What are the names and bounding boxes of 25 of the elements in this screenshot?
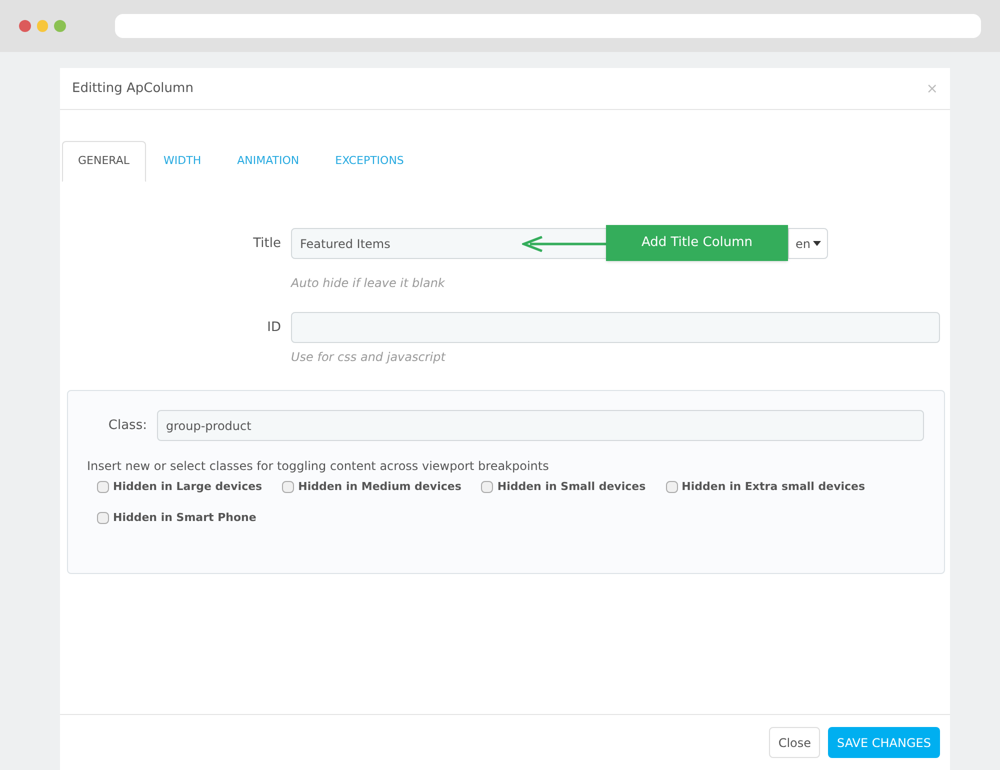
id-input[interactable] [291, 312, 940, 343]
checkbox-label: Hidden in Extra small devices [682, 479, 866, 495]
checkbox-label: Hidden in Small devices [497, 479, 646, 495]
checkbox-label: Hidden in Smart Phone [113, 510, 256, 526]
checkbox-label: Hidden in Large devices [113, 479, 262, 495]
checkbox[interactable] [282, 481, 294, 494]
field-label: Class: [107, 416, 148, 435]
field-label: Title [252, 234, 282, 253]
field-hint: Use for css and javascript [291, 349, 446, 366]
arrow-icon [522, 236, 608, 252]
caret-icon [812, 241, 820, 246]
class-input[interactable]: group-product [157, 410, 924, 441]
checkbox-label: Hidden in Medium devices [298, 479, 462, 495]
checkbox[interactable] [481, 481, 494, 494]
tab[interactable]: GENERAL [62, 141, 146, 182]
close-button[interactable]: Close [769, 727, 820, 758]
checkbox[interactable] [666, 481, 678, 494]
checkbox[interactable] [97, 512, 109, 524]
checkbox[interactable] [97, 481, 109, 494]
modal-title: Editting ApColumn [72, 80, 194, 98]
callout-tooltip: Add Title Column [606, 225, 788, 261]
help-text: Insert new or select classes for toggling content across viewport breakpoints [87, 458, 549, 475]
field-label: ID [266, 318, 282, 337]
language-dropdown[interactable]: en [788, 228, 828, 259]
field-hint: Auto hide if leave it blank [291, 275, 445, 292]
